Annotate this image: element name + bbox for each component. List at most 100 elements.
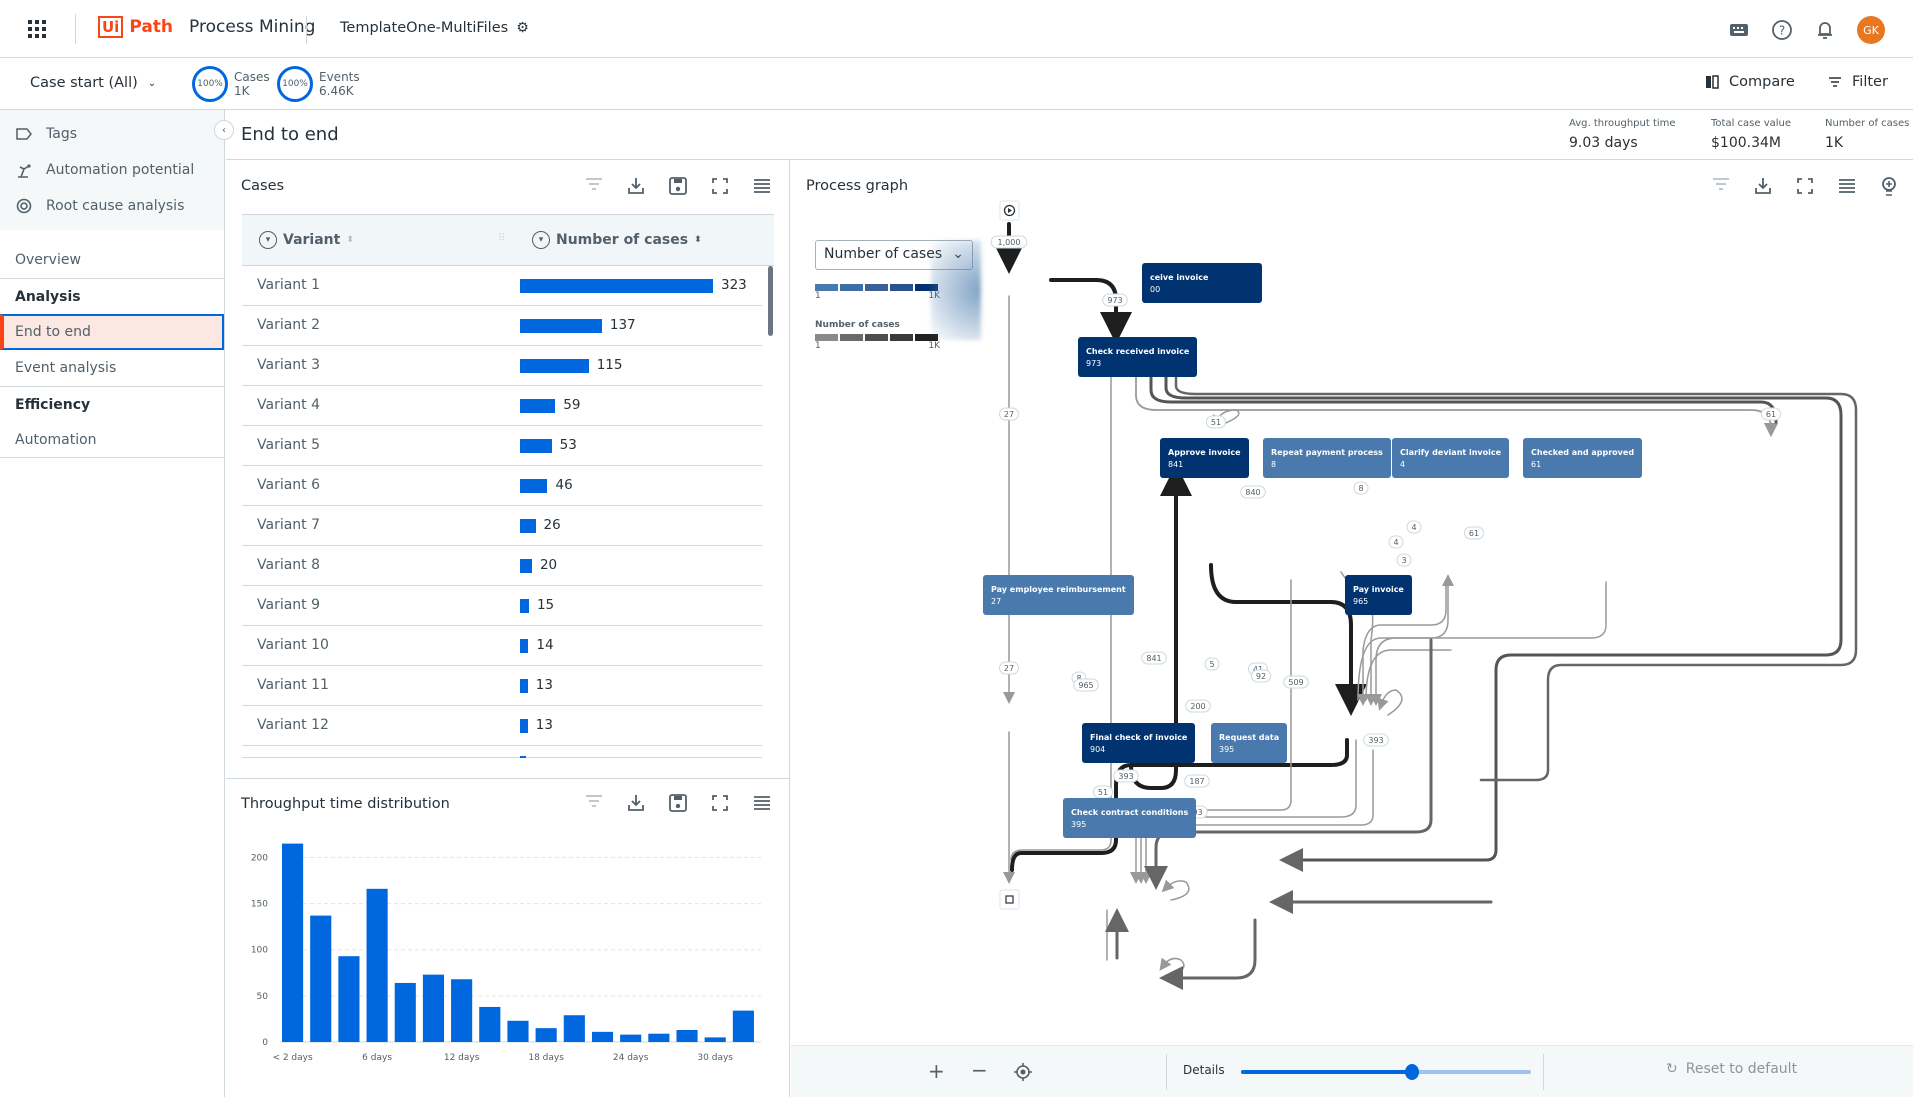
histogram-bar[interactable]: [732, 1010, 754, 1042]
reset-to-default-button[interactable]: ↻ Reset to default: [1666, 1061, 1797, 1077]
histogram-bar[interactable]: [648, 1033, 670, 1042]
details-slider-handle[interactable]: [1405, 1064, 1420, 1080]
bell-icon[interactable]: [1815, 19, 1835, 41]
edge[interactable]: [1159, 957, 1185, 979]
table-scrollbar[interactable]: [768, 266, 773, 336]
filter-icon[interactable]: [584, 176, 604, 196]
histogram-bar[interactable]: [535, 1028, 557, 1042]
process-node[interactable]: Pay employee reimbursement 27: [983, 575, 1134, 615]
table-row[interactable]: Variant 2 137: [242, 306, 762, 346]
node-label: Clarify deviant invoice: [1400, 448, 1502, 457]
fullscreen-icon[interactable]: [710, 793, 730, 813]
process-node[interactable]: Check received invoice 973: [1078, 337, 1198, 377]
column-header-number-of-cases[interactable]: ▾ Number of cases ⬍: [532, 231, 702, 249]
process-node[interactable]: Final check of invoice 904: [1082, 723, 1196, 763]
avatar[interactable]: GK: [1857, 16, 1885, 44]
table-row[interactable]: Variant 11 13: [242, 666, 762, 706]
sidebar-item-overview[interactable]: Overview: [0, 242, 224, 278]
table-row[interactable]: Variant 10 14: [242, 626, 762, 666]
case-start-dropdown[interactable]: Case start (All) ⌄: [30, 75, 156, 91]
edge[interactable]: [1161, 879, 1190, 901]
fullscreen-icon[interactable]: [710, 176, 730, 196]
sidebar-item-tags[interactable]: Tags: [0, 116, 224, 152]
sort-icon[interactable]: ⬍: [346, 235, 354, 245]
table-row[interactable]: Variant 7 26: [242, 506, 762, 546]
histogram-bar[interactable]: [591, 1031, 614, 1042]
save-icon[interactable]: [668, 176, 688, 196]
table-row[interactable]: Variant 12 13: [242, 706, 762, 746]
histogram-bar[interactable]: [563, 1015, 585, 1042]
sort-icon[interactable]: ⬍: [694, 235, 702, 245]
recenter-icon[interactable]: [1013, 1062, 1033, 1082]
details-slider[interactable]: [1241, 1064, 1531, 1080]
table-row[interactable]: Variant 4 59: [242, 386, 762, 426]
histogram-bar[interactable]: [422, 974, 445, 1042]
edge[interactable]: [1209, 563, 1367, 716]
table-row[interactable]: Variant 9 15: [242, 586, 762, 626]
histogram-bar[interactable]: [676, 1030, 698, 1042]
histogram-bar[interactable]: [394, 982, 416, 1042]
app-launcher-icon[interactable]: [28, 20, 46, 38]
process-node[interactable]: Pay invoice 965: [1345, 575, 1412, 615]
download-icon[interactable]: [626, 793, 646, 813]
process-node[interactable]: Clarify deviant invoice 4: [1392, 438, 1510, 478]
details-slider-fill: [1241, 1070, 1413, 1074]
sidebar-item-root-cause[interactable]: Root cause analysis: [0, 188, 224, 224]
sidebar-item-event-analysis[interactable]: Event analysis: [0, 350, 224, 386]
filter-icon[interactable]: [584, 793, 604, 813]
process-node[interactable]: Approve invoice 841: [1160, 438, 1249, 478]
help-icon[interactable]: ?: [1771, 19, 1793, 41]
gear-icon[interactable]: ⚙: [516, 20, 529, 36]
variant-name: Variant 3: [257, 357, 321, 373]
save-icon[interactable]: [668, 793, 688, 813]
process-node[interactable]: Check contract conditions 395: [1063, 798, 1197, 838]
menu-icon[interactable]: [752, 176, 772, 196]
dropdown-circle-icon[interactable]: ▾: [532, 231, 550, 249]
process-node[interactable]: ceive invoice 00: [1142, 263, 1262, 303]
count-bar: [520, 399, 556, 413]
variant-name: Variant 9: [257, 597, 321, 613]
cases-toolbar: [584, 176, 772, 196]
download-icon[interactable]: [626, 176, 646, 196]
sidebar-item-automation[interactable]: Automation: [0, 422, 224, 458]
histogram-bar[interactable]: [310, 915, 332, 1042]
edge-label: 3: [1401, 556, 1406, 565]
histogram-bar[interactable]: [507, 1020, 529, 1042]
sidebar-item-end-to-end[interactable]: End to end: [0, 314, 224, 350]
node-count: 395: [1219, 745, 1235, 754]
process-node[interactable]: Checked and approved 61: [1523, 438, 1643, 478]
column-header-variant[interactable]: ▾ Variant ⬍: [259, 231, 354, 249]
project-name[interactable]: TemplateOne-MultiFiles ⚙: [340, 20, 529, 36]
compare-button[interactable]: Compare: [1705, 74, 1795, 90]
table-row[interactable]: Variant 8 20: [242, 546, 762, 586]
histogram-bar[interactable]: [704, 1037, 726, 1042]
table-row[interactable]: Variant 6 46: [242, 466, 762, 506]
zoom-out-button[interactable]: −: [971, 1058, 988, 1082]
table-row[interactable]: Variant 1 323: [242, 266, 762, 306]
histogram-bar[interactable]: [620, 1034, 642, 1042]
table-row[interactable]: Variant 3 115: [242, 346, 762, 386]
filter-button[interactable]: Filter: [1828, 74, 1888, 90]
menu-icon[interactable]: [752, 793, 772, 813]
histogram-bar[interactable]: [338, 956, 360, 1042]
process-node[interactable]: Request data 395: [1211, 723, 1288, 763]
keyboard-icon[interactable]: [1729, 23, 1749, 37]
edge-label: 509: [1288, 678, 1303, 687]
cases-label: Cases: [234, 70, 270, 84]
histogram-bar[interactable]: [282, 843, 304, 1042]
histogram-bar[interactable]: [451, 979, 473, 1042]
column-resize-handle[interactable]: ⠿: [498, 233, 505, 244]
variant-name: Variant 4: [257, 397, 321, 413]
count-bar: [520, 756, 526, 758]
logo[interactable]: Ui Path Process Mining: [98, 16, 315, 38]
histogram-bar[interactable]: [366, 888, 388, 1042]
sidebar-item-automation-potential[interactable]: Automation potential: [0, 152, 224, 188]
table-row[interactable]: Variant 5 53: [242, 426, 762, 466]
dropdown-circle-icon[interactable]: ▾: [259, 231, 277, 249]
histogram-bar[interactable]: [479, 1006, 501, 1042]
end-node[interactable]: [999, 889, 1020, 910]
process-node[interactable]: Repeat payment process 8: [1263, 438, 1391, 478]
zoom-in-button[interactable]: +: [928, 1059, 945, 1083]
edge[interactable]: [1377, 689, 1403, 716]
edge[interactable]: [1159, 918, 1257, 990]
